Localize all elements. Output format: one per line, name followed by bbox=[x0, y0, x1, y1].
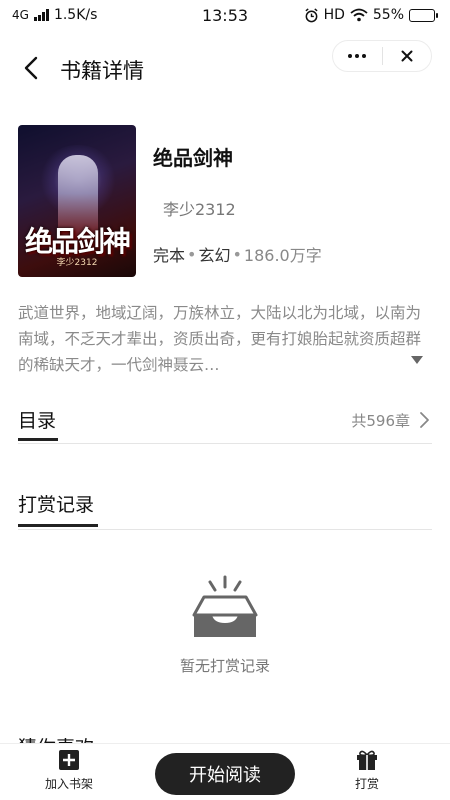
status-right: HD 55% bbox=[304, 7, 438, 23]
wifi-icon bbox=[350, 8, 368, 22]
book-genre: 玄幻 bbox=[198, 246, 231, 265]
battery-icon bbox=[409, 8, 438, 22]
signal-icon bbox=[33, 9, 49, 21]
hd-indicator: HD bbox=[323, 7, 345, 23]
header: 书籍详情 bbox=[0, 40, 450, 100]
book-cover[interactable]: 绝品剑神 李少2312 bbox=[18, 125, 136, 277]
more-button[interactable] bbox=[333, 41, 382, 71]
cover-author: 李少2312 bbox=[56, 258, 98, 268]
status-left: 4G 1.5K/s bbox=[12, 7, 97, 23]
status-bar: 4G 1.5K/s 13:53 HD 55% bbox=[0, 0, 450, 30]
empty-inbox-icon bbox=[192, 575, 258, 637]
book-title: 绝品剑神 bbox=[153, 146, 233, 170]
chevron-right-icon bbox=[420, 412, 429, 428]
bottom-action-bar: 加入书架 开始阅读 打赏 bbox=[0, 743, 450, 800]
gift-icon bbox=[357, 750, 377, 770]
back-icon[interactable] bbox=[18, 54, 46, 82]
rewards-underline bbox=[18, 524, 98, 527]
reward-button[interactable]: 打赏 bbox=[355, 750, 379, 792]
more-icon bbox=[348, 54, 367, 58]
toc-underline bbox=[18, 438, 58, 441]
toc-chapter-count: 共596章 bbox=[351, 412, 410, 430]
start-reading-button[interactable]: 开始阅读 bbox=[155, 753, 295, 795]
close-icon bbox=[401, 50, 413, 62]
battery-percent: 55% bbox=[372, 7, 404, 23]
add-to-shelf-button[interactable]: 加入书架 bbox=[45, 750, 93, 792]
add-icon bbox=[59, 750, 79, 770]
rewards-section-header: 打赏记录 bbox=[18, 482, 432, 530]
book-description[interactable]: 武道世界，地域辽阔，万族林立，大陆以北为北域，以南为南域，不乏天才辈出，资质出奇… bbox=[18, 300, 430, 378]
close-button[interactable] bbox=[383, 41, 432, 71]
book-author[interactable]: 李少2312 bbox=[163, 196, 236, 220]
network-type: 4G bbox=[12, 8, 29, 22]
mini-program-capsule bbox=[332, 40, 432, 72]
toc-label: 目录 bbox=[18, 410, 57, 432]
rewards-label: 打赏记录 bbox=[18, 494, 95, 516]
cover-title: 绝品剑神 bbox=[24, 225, 131, 258]
expand-icon[interactable] bbox=[410, 355, 424, 365]
toc-row[interactable]: 目录 共596章 bbox=[18, 398, 432, 444]
book-status: 完本 bbox=[153, 246, 186, 265]
alarm-icon bbox=[304, 7, 318, 22]
meta-separator: • bbox=[232, 244, 242, 264]
book-meta: 完本 • 玄幻 • 186.0万字 bbox=[153, 242, 322, 266]
rewards-empty-text: 暂无打赏记录 bbox=[179, 657, 270, 675]
add-to-shelf-label: 加入书架 bbox=[45, 777, 94, 791]
meta-separator: • bbox=[187, 244, 197, 264]
network-speed: 1.5K/s bbox=[53, 7, 98, 23]
reward-label: 打赏 bbox=[355, 777, 380, 791]
book-word-count: 186.0万字 bbox=[243, 246, 322, 265]
page-title: 书籍详情 bbox=[60, 59, 144, 83]
